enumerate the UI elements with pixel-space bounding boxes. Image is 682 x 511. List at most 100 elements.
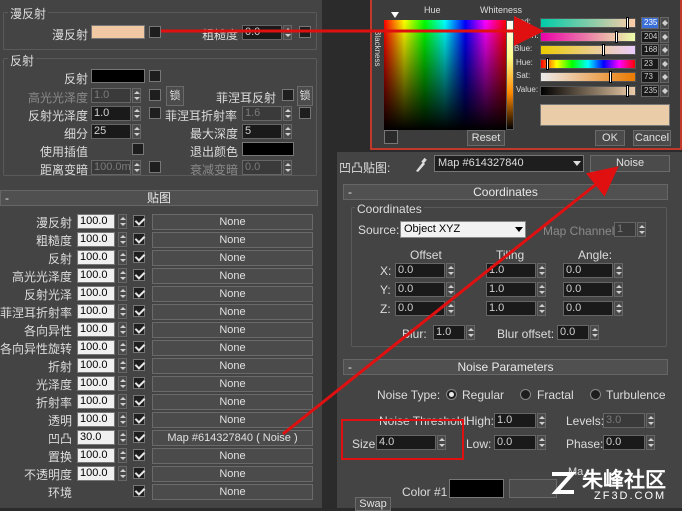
channel-value-input[interactable]: 168 (641, 44, 659, 56)
roughness-map-button[interactable] (299, 26, 311, 38)
diffuse-map-button[interactable] (149, 26, 161, 38)
tiling-input[interactable]: 1.0 (486, 301, 536, 316)
channel-slider-thumb[interactable] (626, 84, 630, 97)
map-row-enable-checkbox[interactable] (133, 287, 145, 299)
channel-value-input[interactable]: 204 (641, 30, 659, 43)
refl-gloss-map-button[interactable] (149, 107, 161, 119)
reflect-map-button[interactable] (149, 70, 161, 82)
fractal-radio[interactable] (520, 389, 531, 400)
map-row-map-button[interactable]: None (152, 340, 313, 356)
maps-rollout-header[interactable]: - 贴图 (0, 190, 318, 206)
channel-value-input[interactable]: 23 (641, 57, 659, 70)
map-channel-input[interactable]: 1 (614, 222, 636, 237)
channel-slider-thumb[interactable] (608, 71, 612, 83)
channel-value-input[interactable]: 235 (641, 17, 659, 29)
map-row-amount-input[interactable]: 100.0 (77, 412, 115, 427)
reset-button[interactable]: Reset (467, 130, 505, 146)
dim-dist-map-button[interactable] (149, 161, 161, 173)
eyedropper-icon[interactable] (384, 130, 398, 144)
map-row-amount-input[interactable]: 100.0 (77, 250, 115, 265)
map-row-amount-spinner[interactable] (118, 394, 127, 409)
channel-slider[interactable] (540, 31, 636, 42)
map-row-enable-checkbox[interactable] (133, 449, 145, 461)
map-row-map-button[interactable]: None (152, 232, 313, 248)
channel-slider-thumb[interactable] (545, 57, 549, 70)
map-row-amount-input[interactable]: 100.0 (77, 214, 115, 229)
map-row-enable-checkbox[interactable] (133, 269, 145, 281)
max-depth-spinner[interactable] (283, 124, 292, 139)
map-row-amount-spinner[interactable] (118, 448, 127, 463)
phase-spinner[interactable] (646, 435, 655, 450)
angle-input[interactable]: 0.0 (563, 263, 613, 278)
map-row-enable-checkbox[interactable] (133, 323, 145, 335)
tiling-input[interactable]: 1.0 (486, 263, 536, 278)
map-row-amount-input[interactable]: 100.0 (77, 322, 115, 337)
tiling-spinner[interactable] (537, 263, 546, 278)
angle-spinner[interactable] (614, 263, 623, 278)
map-row-map-button[interactable]: None (152, 484, 313, 500)
map-row-amount-spinner[interactable] (118, 250, 127, 265)
phase-input[interactable]: 0.0 (603, 435, 645, 450)
map-row-amount-spinner[interactable] (118, 268, 127, 283)
dim-falloff-input[interactable]: 0.0 (242, 160, 282, 175)
dim-falloff-spinner[interactable] (283, 160, 292, 175)
map-row-enable-checkbox[interactable] (133, 377, 145, 389)
map-row-map-button[interactable]: None (152, 466, 313, 482)
tiling-spinner[interactable] (537, 282, 546, 297)
map-row-enable-checkbox[interactable] (133, 215, 145, 227)
map-row-amount-spinner[interactable] (118, 376, 127, 391)
blur-input[interactable]: 1.0 (433, 325, 465, 340)
fresnel-ior-spinner[interactable] (283, 106, 292, 121)
map-type-button[interactable]: Noise (590, 155, 670, 172)
map-row-enable-checkbox[interactable] (133, 233, 145, 245)
map-row-amount-input[interactable]: 100.0 (77, 376, 115, 391)
channel-slider[interactable] (540, 58, 636, 69)
map-row-amount-input[interactable]: 100.0 (77, 232, 115, 247)
blur-offset-input[interactable]: 0.0 (557, 325, 589, 340)
fresnel-ior-map-button[interactable] (299, 107, 311, 119)
map-row-map-button[interactable]: None (152, 286, 313, 302)
levels-input[interactable]: 3.0 (603, 413, 645, 428)
ok-button[interactable]: OK (595, 130, 625, 146)
dim-dist-input[interactable]: 100.0m (91, 160, 131, 175)
offset-input[interactable]: 0.0 (395, 263, 445, 278)
map-row-map-button[interactable]: None (152, 394, 313, 410)
whiteness-slider[interactable] (506, 20, 514, 130)
swap-button[interactable]: Swap (355, 497, 391, 511)
regular-radio[interactable] (446, 389, 457, 400)
map-row-amount-spinner[interactable] (118, 322, 127, 337)
map-row-enable-checkbox[interactable] (133, 359, 145, 371)
color1-swatch[interactable] (449, 479, 504, 498)
map-row-amount-spinner[interactable] (118, 466, 127, 481)
map-row-map-button[interactable]: None (152, 448, 313, 464)
channel-value-spinner[interactable] (660, 57, 669, 70)
angle-input[interactable]: 0.0 (563, 282, 613, 297)
map-name-dropdown[interactable]: Map #614327840 (434, 155, 584, 172)
channel-slider[interactable] (540, 85, 636, 96)
map-row-enable-checkbox[interactable] (133, 485, 145, 497)
map-row-map-button[interactable]: None (152, 358, 313, 374)
map-row-amount-spinner[interactable] (118, 232, 127, 247)
reflect-color-swatch[interactable] (91, 69, 145, 83)
offset-input[interactable]: 0.0 (395, 301, 445, 316)
hilight-gloss-input[interactable]: 1.0 (91, 88, 131, 103)
map-row-amount-spinner[interactable] (118, 430, 127, 445)
channel-slider[interactable] (540, 72, 636, 82)
channel-slider[interactable] (540, 18, 636, 28)
channel-value-input[interactable]: 73 (641, 71, 659, 83)
map-eyedropper-icon[interactable] (413, 157, 427, 173)
tiling-spinner[interactable] (537, 301, 546, 316)
map-row-enable-checkbox[interactable] (133, 395, 145, 407)
channel-slider-thumb[interactable] (615, 30, 619, 43)
high-input[interactable]: 1.0 (494, 413, 536, 428)
low-input[interactable]: 0.0 (494, 435, 536, 450)
map-row-amount-input[interactable]: 100.0 (77, 268, 115, 283)
offset-spinner[interactable] (446, 263, 455, 278)
map-row-map-button[interactable]: None (152, 412, 313, 428)
refl-gloss-input[interactable]: 1.0 (91, 106, 131, 121)
channel-value-input[interactable]: 235 (641, 84, 659, 97)
map-row-enable-checkbox[interactable] (133, 413, 145, 425)
fresnel-ior-input[interactable]: 1.6 (242, 106, 282, 121)
hue-pointer-icon[interactable] (391, 12, 399, 18)
map-row-map-button[interactable]: None (152, 376, 313, 392)
